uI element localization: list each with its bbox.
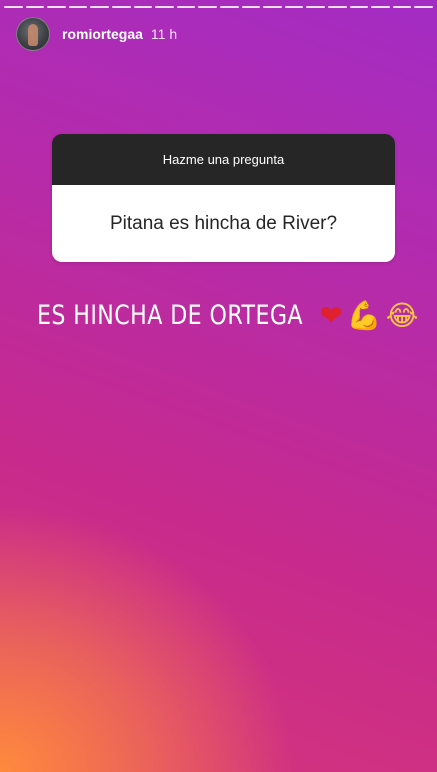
post-time: 11 h xyxy=(150,26,178,42)
username[interactable]: romiortegaa xyxy=(62,26,143,42)
flexed-biceps-icon: 💪 xyxy=(346,298,382,332)
question-sticker-title: Hazme una pregunta xyxy=(52,134,395,185)
progress-segment xyxy=(90,6,109,8)
question-sticker: Hazme una pregunta Pitana es hincha de R… xyxy=(52,134,395,262)
progress-segment xyxy=(306,6,325,8)
progress-segment xyxy=(176,6,196,8)
avatar[interactable] xyxy=(16,17,50,51)
progress-segment xyxy=(392,6,412,8)
progress-segment xyxy=(349,6,369,8)
progress-segment xyxy=(4,6,23,8)
heart-icon: ❤ xyxy=(319,298,343,332)
progress-segment xyxy=(219,6,239,8)
answer-caption: ES HINCHA DE ORTEGA ❤ 💪 😂 xyxy=(37,300,418,331)
progress-segment xyxy=(155,6,174,8)
avatar-photo-figure xyxy=(28,24,38,46)
progress-segment xyxy=(284,6,304,8)
progress-segment xyxy=(327,6,347,8)
progress-segment xyxy=(371,6,390,8)
story-progress-bar xyxy=(4,6,433,8)
answer-text: ES HINCHA DE ORTEGA xyxy=(37,300,304,331)
progress-segment xyxy=(263,6,282,8)
progress-segment xyxy=(111,6,131,8)
story-view[interactable]: romiortegaa 11 h Hazme una pregunta Pita… xyxy=(0,0,437,772)
progress-segment xyxy=(68,6,88,8)
story-header: romiortegaa 11 h xyxy=(16,17,177,51)
progress-segment xyxy=(133,6,153,8)
progress-segment xyxy=(25,6,45,8)
progress-segment xyxy=(198,6,217,8)
progress-segment xyxy=(414,6,433,8)
tears-of-joy-icon: 😂 xyxy=(385,298,419,332)
question-text: Pitana es hincha de River? xyxy=(52,185,395,262)
progress-segment xyxy=(241,6,261,8)
progress-segment xyxy=(47,6,66,8)
